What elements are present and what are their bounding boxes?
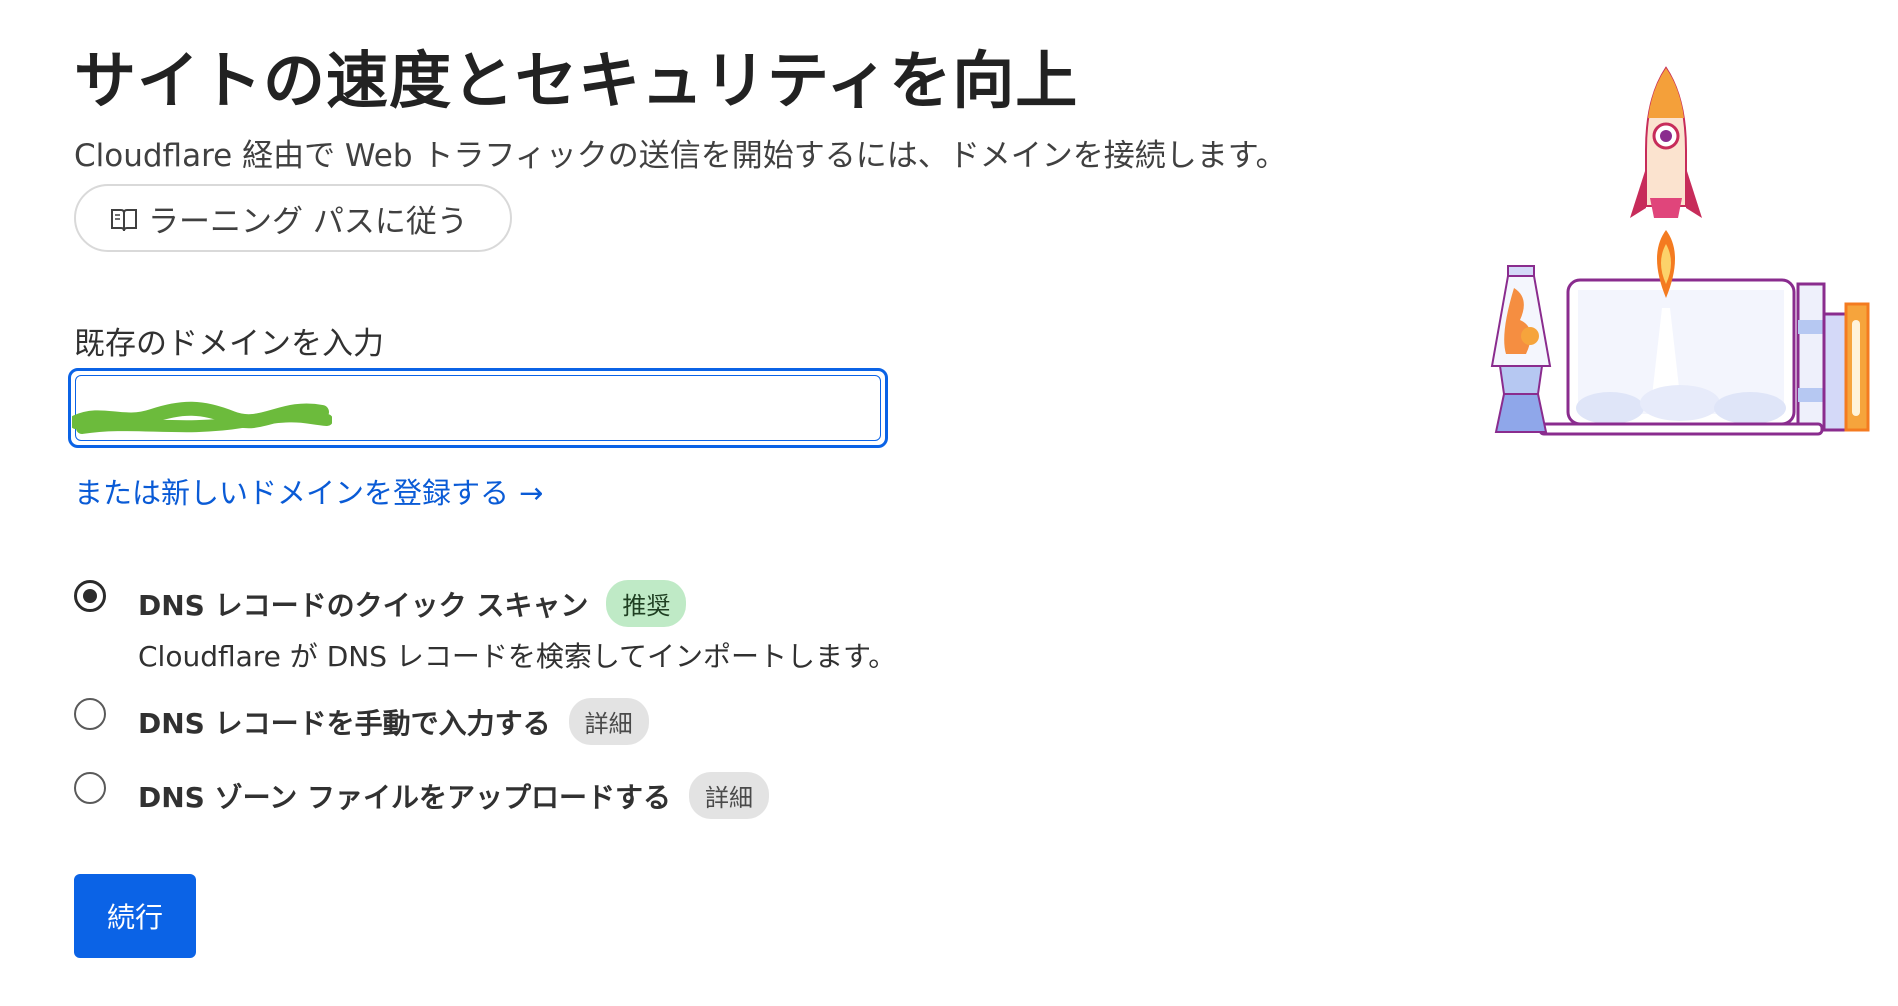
details-badge[interactable]: 詳細	[688, 772, 769, 819]
domain-field-label: 既存のドメインを入力	[74, 326, 384, 362]
option-title: DNS レコードを手動で入力する	[138, 706, 551, 740]
option-zone-upload[interactable]: DNS ゾーン ファイルをアップロードする 詳細	[74, 772, 769, 819]
continue-button[interactable]: 続行	[74, 874, 196, 958]
register-new-domain-link[interactable]: または新しいドメインを登録する →	[74, 470, 543, 512]
option-quick-scan[interactable]: DNS レコードのクイック スキャン 推奨 Cloudflare が DNS レ…	[74, 580, 896, 675]
recommended-badge: 推奨	[606, 580, 687, 627]
option-title: DNS ゾーン ファイルをアップロードする	[138, 780, 671, 814]
details-badge[interactable]: 詳細	[568, 698, 649, 745]
learning-path-button[interactable]: ラーニング パスに従う	[74, 184, 512, 252]
option-manual-entry[interactable]: DNS レコードを手動で入力する 詳細	[74, 698, 649, 745]
domain-input[interactable]	[75, 375, 881, 441]
option-description: Cloudflare が DNS レコードを検索してインポートします。	[138, 640, 897, 673]
quick-scan-radio[interactable]	[74, 580, 106, 612]
zone-upload-radio[interactable]	[74, 772, 106, 804]
page-title: サイトの速度とセキュリティを向上	[74, 44, 1079, 117]
manual-entry-radio[interactable]	[74, 698, 106, 730]
register-link-label: または新しいドメインを登録する	[74, 476, 510, 510]
learning-path-label: ラーニング パスに従う	[148, 203, 468, 240]
rocket-laptop-illustration	[1490, 66, 1870, 436]
arrow-right-icon: →	[519, 476, 544, 510]
option-title: DNS レコードのクイック スキャン	[138, 588, 589, 622]
page-subtitle: Cloudflare 経由で Web トラフィックの送信を開始するには、ドメイン…	[74, 138, 1287, 174]
domain-input-wrapper	[68, 368, 888, 448]
book-icon	[110, 205, 138, 232]
